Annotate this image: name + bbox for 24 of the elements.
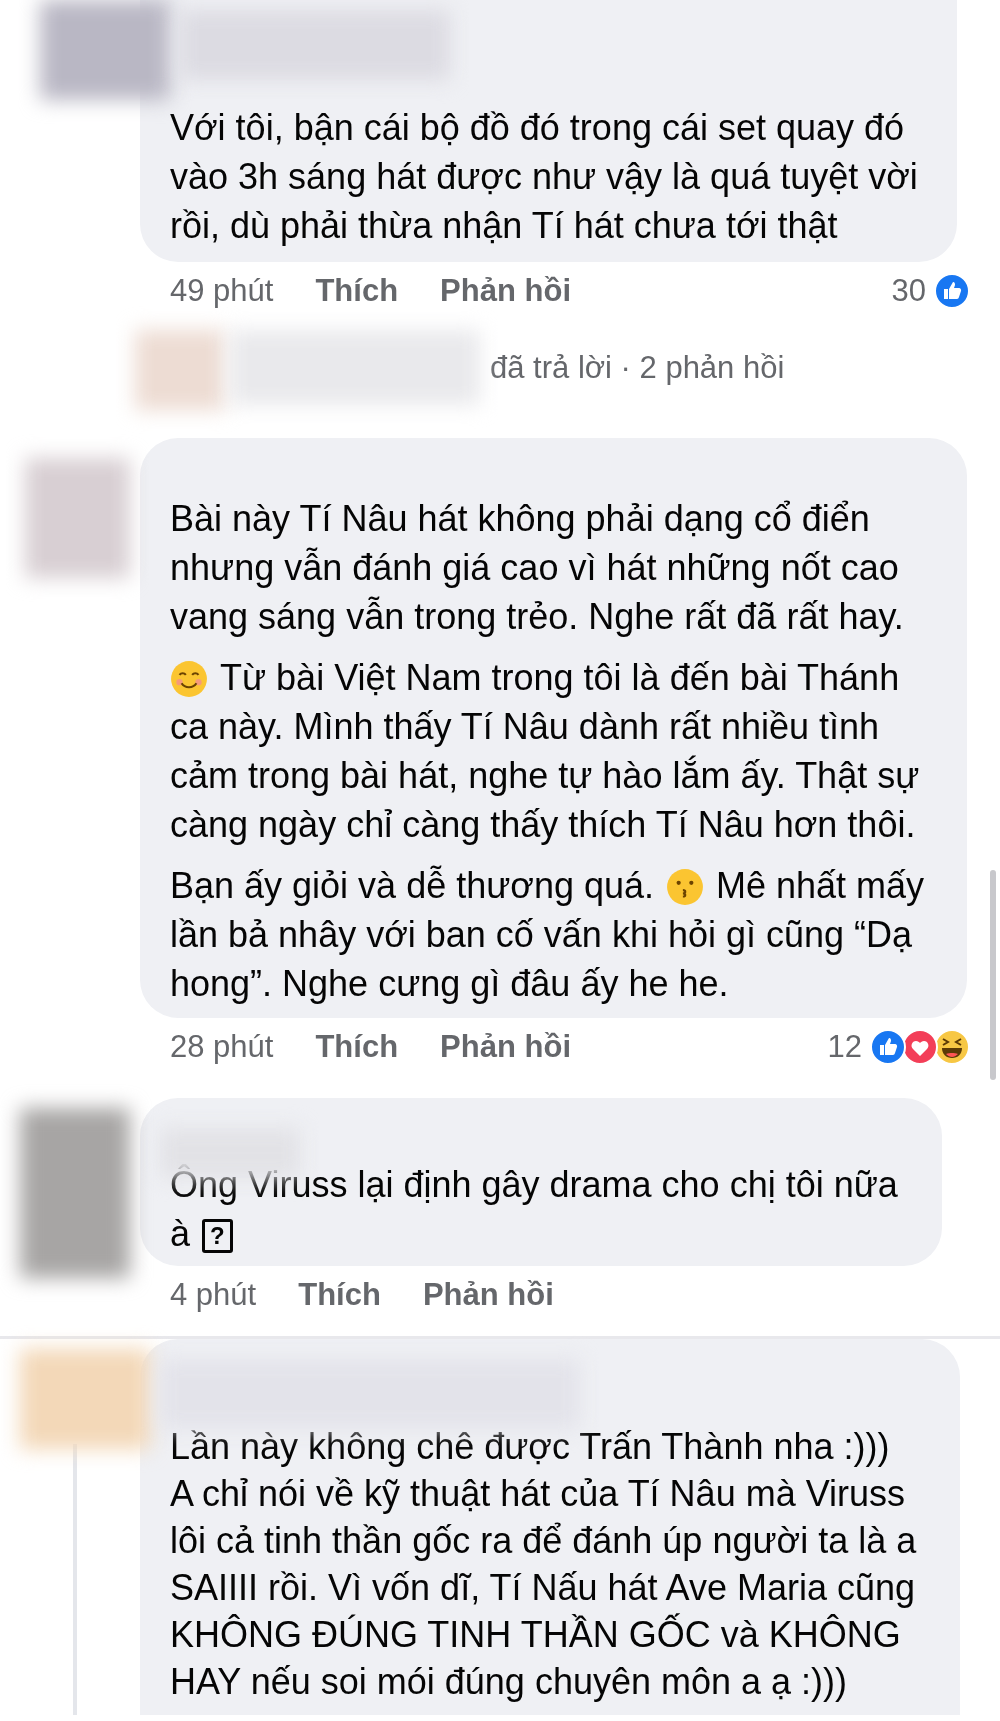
thumbs-up-icon [870, 1029, 906, 1065]
comment-text: Ông Viruss lại định gây drama cho chị tôi nữa à ? [170, 1163, 899, 1256]
smiling-face-icon [170, 660, 208, 698]
comment-time: 28 phút [170, 1027, 274, 1066]
like-link[interactable]: Thích [315, 1023, 399, 1071]
comment-time: 4 phút [170, 1275, 257, 1314]
reply-link[interactable]: Phản hồi [440, 267, 571, 315]
comment-time: 49 phút [170, 271, 274, 310]
reply-link[interactable]: Phản hồi [422, 1271, 554, 1319]
reply-link[interactable]: Phản hồi [440, 1023, 571, 1071]
comment-text: Lần này không chê được Trấn Thành nha :))) A chỉ nói về kỹ thuật hát của Tí Nâu mà Viruss lôi cả tinh thần gốc ra để đánh úp người ta là a SAIIII rồi. Vì vốn dĩ, Tí Nấu hát Ave Maria cũng KHÔNG ĐÚNG TINH THẦN GỐC và KHÔNG HAY nếu soi mói đúng chuyên môn a ạ :))) [170, 1425, 918, 1704]
comment-text: Từ bài Việt Nam trong tôi là đến bài Thánh ca này. Mình thấy Tí Nâu dành rất nhiều tình cảm trong bài hát, nghe tự hào lắm ấy. Thật sự càng ngày chỉ càng thấy thích Tí Nâu hơn thôi. [170, 656, 921, 847]
comment-text: Bạn ấy giỏi và dễ thương quá. Mê nhất mấy lần bả nhây với ban cố vấn khi hỏi gì cũng “Dạ hong”. Nghe cưng gì đâu ấy he he. [170, 864, 926, 1006]
missing-glyph: ? [202, 1219, 233, 1253]
laughing-face-icon [934, 1029, 970, 1065]
reaction-count: 12 [827, 1027, 862, 1066]
like-link[interactable]: Thích [315, 267, 399, 315]
replies-summary[interactable]: đã trả lời · 2 phản hồi [490, 344, 785, 392]
kissing-face-icon [666, 868, 705, 906]
reaction-count: 30 [891, 271, 926, 310]
like-link[interactable]: Thích [298, 1271, 381, 1319]
thumbs-up-icon [934, 273, 970, 309]
comment-text: Với tôi, bận cái bộ đồ đó trong cái set quay đó vào 3h sáng hát được như vậy là quá tuyệt vời rồi, dù phải thừa nhận Tí hát chưa tới thật [170, 106, 919, 248]
comment-text: Bài này Tí Nâu hát không phải dạng cổ điển nhưng vẫn đánh giá cao vì hát những nốt cao vang sáng vẫn trong trẻo. Nghe rất đã rất hay. [170, 497, 905, 639]
